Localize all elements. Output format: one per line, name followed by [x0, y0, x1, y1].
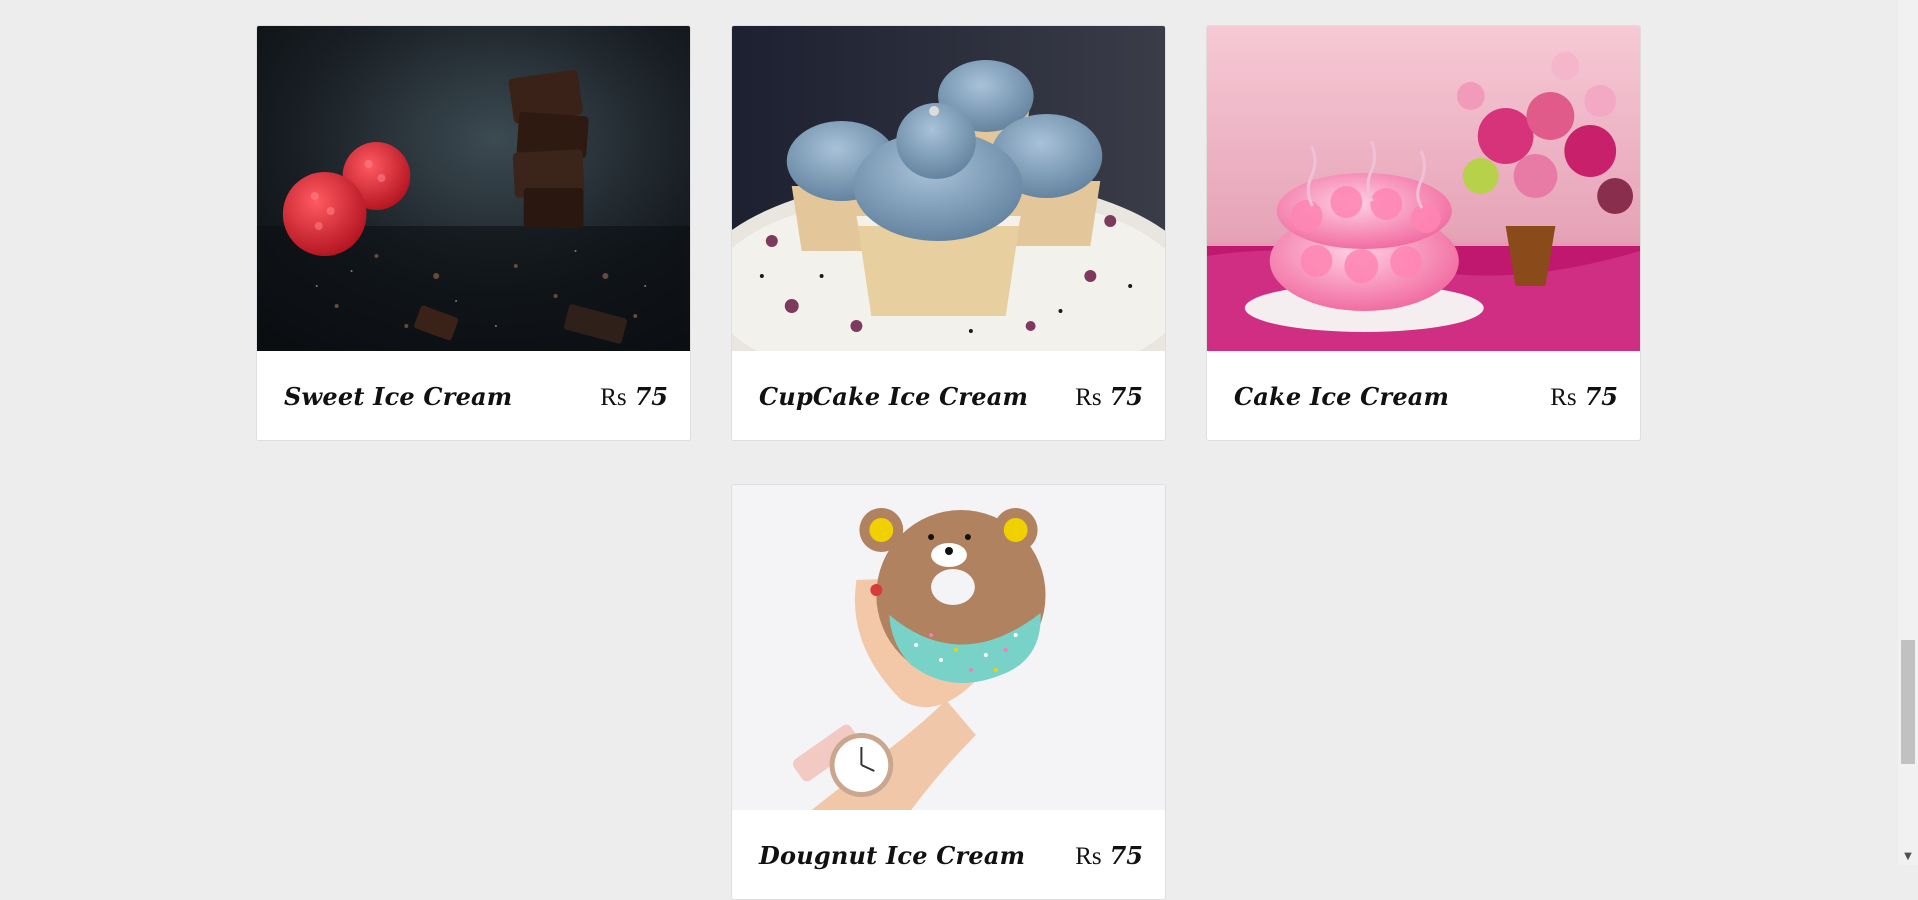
product-image[interactable] [732, 26, 1165, 351]
blue-cupcakes-image [732, 26, 1165, 351]
price-currency: Rs [600, 383, 627, 411]
scrollbar-thumb[interactable] [1901, 640, 1915, 764]
product-info: Dougnut Ice Cream Rs 75 [732, 810, 1165, 899]
price-currency: Rs [1550, 383, 1577, 411]
product-price: Rs 75 [600, 382, 668, 412]
product-card[interactable]: Dougnut Ice Cream Rs 75 [731, 484, 1166, 900]
product-image[interactable] [257, 26, 690, 351]
product-image[interactable] [732, 485, 1165, 810]
product-info: Cake Ice Cream Rs 75 [1207, 351, 1640, 440]
product-info: CupCake Ice Cream Rs 75 [732, 351, 1165, 440]
pink-rose-cake-image [1207, 26, 1640, 351]
product-info: Sweet Ice Cream Rs 75 [257, 351, 690, 440]
price-amount: 75 [1584, 381, 1618, 411]
price-amount: 75 [1109, 840, 1143, 870]
chevron-down-icon[interactable]: ▼ [1898, 848, 1918, 865]
product-name[interactable]: Cake Ice Cream [1234, 382, 1449, 411]
price-amount: 75 [634, 381, 668, 411]
product-name[interactable]: Dougnut Ice Cream [759, 841, 1025, 870]
price-currency: Rs [1075, 842, 1102, 870]
product-image[interactable] [1207, 26, 1640, 351]
product-card[interactable]: Cake Ice Cream Rs 75 [1206, 25, 1641, 441]
product-name[interactable]: CupCake Ice Cream [759, 382, 1028, 411]
product-name[interactable]: Sweet Ice Cream [284, 382, 512, 411]
product-price: Rs 75 [1075, 841, 1143, 871]
product-card[interactable]: CupCake Ice Cream Rs 75 [731, 25, 1166, 441]
chocolate-raspberry-image [257, 26, 690, 351]
bear-donut-image [732, 485, 1165, 810]
product-price: Rs 75 [1075, 382, 1143, 412]
product-card[interactable]: Sweet Ice Cream Rs 75 [256, 25, 691, 441]
vertical-scrollbar[interactable]: ▼ [1898, 0, 1918, 865]
price-amount: 75 [1109, 381, 1143, 411]
product-price: Rs 75 [1550, 382, 1618, 412]
product-grid: Sweet Ice Cream Rs 75 CupCake Ice Cream … [0, 0, 1898, 900]
price-currency: Rs [1075, 383, 1102, 411]
